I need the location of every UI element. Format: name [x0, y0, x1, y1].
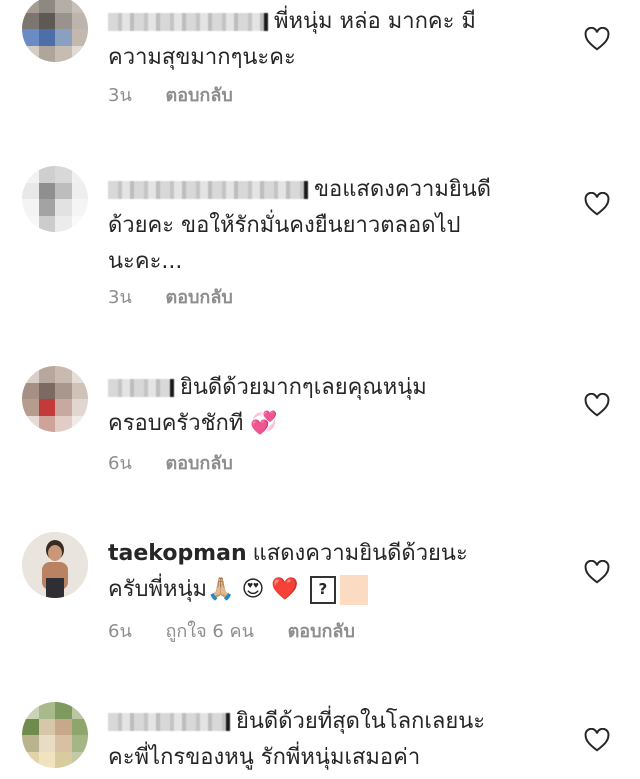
heart-outline-icon[interactable] — [584, 393, 610, 417]
comment-meta: 6น ตอบกลับ — [108, 452, 261, 476]
avatar[interactable] — [22, 702, 88, 768]
comment-body: พี่หนุ่ม หล่อ มากคะ มี ความสุขมากๆนะคะ — [108, 4, 570, 76]
username[interactable]: taekopman — [108, 541, 247, 566]
comment-text-line2: ความสุขมากๆนะคะ — [108, 45, 296, 70]
skin-tone-swatch — [339, 575, 368, 605]
avatar[interactable] — [22, 166, 88, 232]
reply-button[interactable]: ตอบกลับ — [166, 85, 233, 106]
comment-time: 6น — [108, 621, 132, 642]
comment-meta: 3น ตอบกลับ — [108, 84, 261, 108]
comment-text-line2: คะพี่ไกรของหนู รักพี่หนุ่มเสมอค่า — [108, 745, 421, 770]
avatar[interactable] — [22, 532, 88, 598]
comment-text-line1: พี่หนุ่ม หล่อ มากคะ มี — [274, 9, 476, 34]
reply-button[interactable]: ตอบกลับ — [166, 287, 233, 308]
comment-body: ขอแสดงความยินดี ด้วยคะ ขอให้รักมั่นคงยืน… — [108, 172, 570, 280]
comment-text-line3: นะคะ... — [108, 249, 183, 274]
profile-photo — [22, 532, 88, 598]
reply-button[interactable]: ตอบกลับ — [288, 621, 355, 642]
comment-body: ยินดีด้วยที่สุดในโลกเลยนะ คะพี่ไกรของหนู… — [108, 704, 570, 776]
comment-time: 6น — [108, 453, 132, 474]
likes-count[interactable]: ถูกใจ 6 คน — [166, 621, 254, 642]
comment-meta: 3น ตอบกลับ — [108, 286, 261, 310]
two-hearts-emoji: 💞 — [250, 411, 278, 436]
comment-time: 3น — [108, 85, 132, 106]
comment-text-line2: ครับพี่หนุ่ม — [108, 577, 208, 602]
heart-outline-icon[interactable] — [584, 27, 610, 51]
comment-time: 3น — [108, 287, 132, 308]
comment-text-line1: ขอแสดงความยินดี — [314, 177, 492, 202]
comment-text-line2: ครอบครัวชักที — [108, 411, 244, 436]
avatar[interactable] — [22, 366, 88, 432]
heart-outline-icon[interactable] — [584, 560, 610, 584]
username-blurred[interactable] — [108, 713, 230, 731]
heart-outline-icon[interactable] — [584, 728, 610, 752]
reply-button[interactable]: ตอบกลับ — [166, 453, 233, 474]
comment-text-line1: แสดงความยินดีด้วยนะ — [252, 541, 468, 566]
comment-meta: 6น ถูกใจ 6 คน ตอบกลับ — [108, 620, 383, 644]
username-blurred[interactable] — [108, 13, 268, 31]
unknown-glyph-box: ? — [309, 576, 336, 604]
heart-outline-icon[interactable] — [584, 192, 610, 216]
username-blurred[interactable] — [108, 379, 174, 397]
avatar[interactable] — [22, 0, 88, 62]
username-blurred[interactable] — [108, 181, 308, 199]
red-heart-emoji: ❤️ — [271, 577, 299, 602]
heart-eyes-emoji: 😍 — [241, 577, 265, 602]
comment-body: taekopman แสดงความยินดีด้วยนะ ครับพี่หนุ่… — [108, 536, 570, 608]
folded-hands-emoji: 🙏🏼 — [207, 577, 235, 602]
comment-text-line1: ยินดีด้วยที่สุดในโลกเลยนะ — [236, 709, 486, 734]
comment-text-line2: ด้วยคะ ขอให้รักมั่นคงยืนยาวตลอดไป — [108, 213, 461, 238]
comment-body: ยินดีด้วยมากๆเลยคุณหนุ่ม ครอบครัวชักที 💞 — [108, 370, 570, 442]
comment-text-line1: ยินดีด้วยมากๆเลยคุณหนุ่ม — [180, 375, 427, 400]
